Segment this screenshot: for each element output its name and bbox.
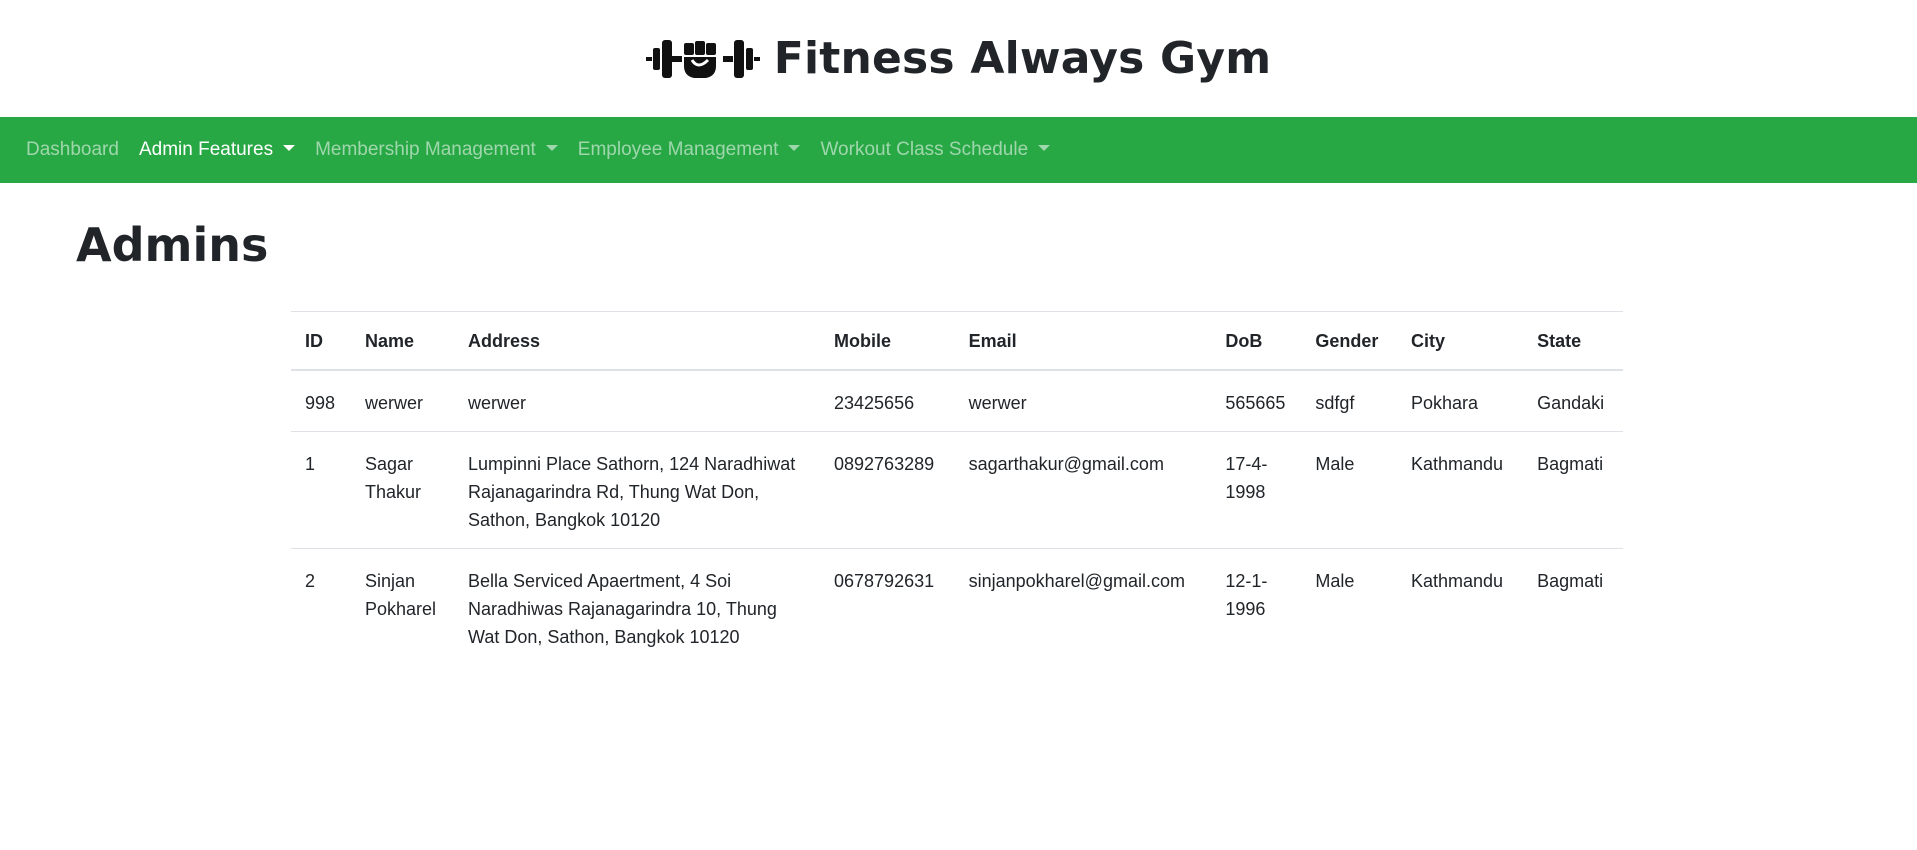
cell-name: Sinjan Pokharel [351,548,454,665]
caret-down-icon [283,145,296,151]
cell-state: Gandaki [1537,393,1605,413]
nav-admin-features-label: Admin Features [138,139,274,160]
main-navbar: Dashboard Admin Features Membership Mana… [0,117,1917,183]
cell-id: 1 [291,431,351,549]
nav-employee-management-dropdown[interactable]: Employee Management [578,139,801,161]
caret-down-icon [545,145,558,151]
nav-workout-class-schedule-label: Workout Class Schedule [820,139,1029,160]
dumbbell-fist-icon [645,36,760,82]
cell-id: 2 [291,548,351,665]
cell-gender: Male [1301,431,1397,549]
site-title: Fitness Always Gym [773,33,1272,84]
column-header-mobile: Mobile [820,311,955,371]
cell-name: werwer [365,393,424,413]
column-header-address: Address [454,311,820,371]
cell-gender: sdfgf [1315,393,1355,413]
column-header-dob: DoB [1211,311,1302,371]
table-header-row: ID Name Address Mobile Email DoB Gender … [291,311,1623,371]
table-row: 2 Sinjan Pokharel Bella Serviced Apaertm… [291,548,1623,665]
column-header-id: ID [291,311,351,371]
caret-down-icon [788,145,801,151]
cell-city: Kathmandu [1396,548,1524,665]
column-header-city: City [1396,311,1524,371]
cell-city: Pokhara [1410,393,1478,413]
nav-dashboard-label: Dashboard [26,139,119,160]
nav-membership-management-label: Membership Management [315,139,536,160]
column-header-gender: Gender [1301,311,1397,371]
admins-table-container: ID Name Address Mobile Email DoB Gender … [291,311,1623,665]
cell-state: Bagmati [1523,431,1623,549]
table-body: 998 werwer werwer 23425656 werwer 565665… [291,370,1623,665]
cell-address: Bella Serviced Apaertment, 4 Soi Naradhi… [454,548,820,665]
cell-name: Sagar Thakur [351,431,454,549]
cell-dob: 565665 [1225,393,1286,413]
cell-city: Kathmandu [1396,431,1524,549]
cell-address: werwer [468,393,527,413]
cell-gender: Male [1301,548,1397,665]
cell-id: 998 [305,393,336,413]
page-title: Admins [76,218,269,272]
nav-employee-management-label: Employee Management [577,139,779,160]
cell-dob: 17-4-1998 [1211,431,1302,549]
table-row: 998 werwer werwer 23425656 werwer 565665… [291,370,1623,432]
cell-email: werwer [968,393,1027,413]
nav-membership-management-dropdown[interactable]: Membership Management [315,139,558,161]
site-header: Fitness Always Gym [0,0,1917,117]
cell-dob: 12-1-1996 [1211,548,1302,665]
nav-workout-class-schedule-dropdown[interactable]: Workout Class Schedule [820,139,1051,161]
cell-email: sinjanpokharel@gmail.com [954,548,1212,665]
cell-address: Lumpinni Place Sathorn, 124 Naradhiwat R… [454,431,820,549]
table-header: ID Name Address Mobile Email DoB Gender … [291,311,1623,371]
cell-mobile: 0678792631 [820,548,955,665]
column-header-email: Email [954,311,1212,371]
admins-table: ID Name Address Mobile Email DoB Gender … [291,311,1623,665]
cell-email: sagarthakur@gmail.com [954,431,1212,549]
caret-down-icon [1038,145,1051,151]
column-header-state: State [1523,311,1623,371]
cell-state: Bagmati [1523,548,1623,665]
nav-dashboard[interactable]: Dashboard [26,139,119,161]
cell-mobile: 23425656 [834,393,915,413]
nav-admin-features-dropdown[interactable]: Admin Features [138,139,296,161]
table-row: 1 Sagar Thakur Lumpinni Place Sathorn, 1… [291,431,1623,549]
column-header-name: Name [351,311,454,371]
cell-mobile: 0892763289 [820,431,955,549]
